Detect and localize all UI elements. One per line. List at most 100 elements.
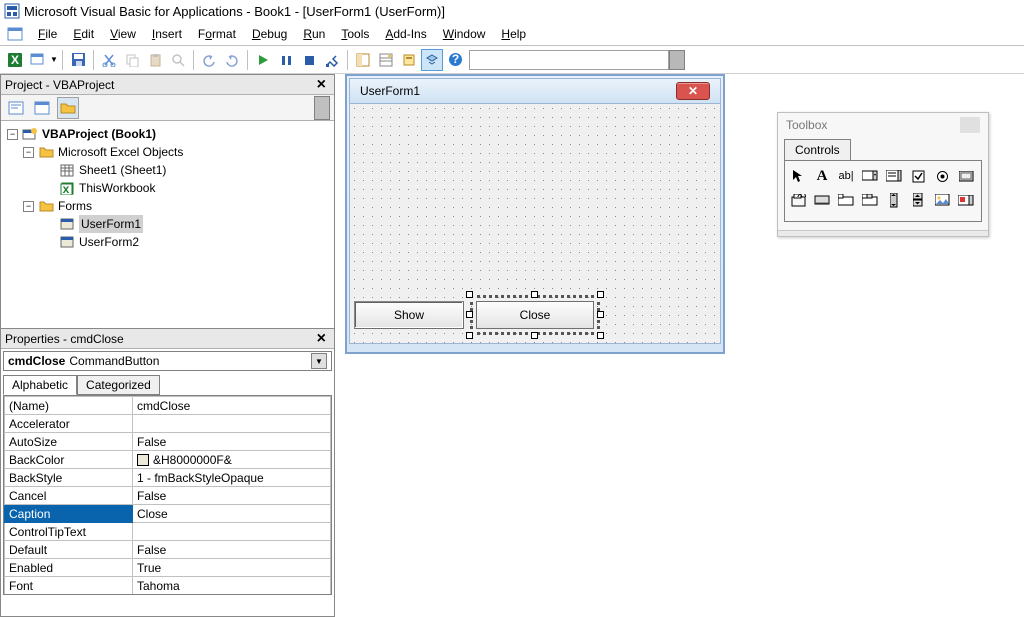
undo-button[interactable] bbox=[198, 49, 220, 71]
tree-root-label[interactable]: VBAProject (Book1) bbox=[42, 125, 156, 143]
save-button[interactable] bbox=[67, 49, 89, 71]
insert-userform-button[interactable] bbox=[27, 49, 49, 71]
form-canvas[interactable]: Show Close bbox=[349, 104, 721, 344]
view-code-button[interactable] bbox=[5, 97, 27, 119]
property-row[interactable]: ControlTipText bbox=[5, 523, 331, 541]
position-combo-button[interactable] bbox=[669, 50, 685, 70]
menu-run[interactable]: Run bbox=[295, 25, 333, 43]
property-row[interactable]: CaptionClose bbox=[5, 505, 331, 523]
tree-userform1-label[interactable]: UserForm1 bbox=[79, 215, 143, 233]
menu-view[interactable]: View bbox=[102, 25, 144, 43]
resize-handle[interactable] bbox=[597, 291, 604, 298]
copy-button[interactable] bbox=[121, 49, 143, 71]
tree-sheet1-label[interactable]: Sheet1 (Sheet1) bbox=[79, 161, 166, 179]
frame-tool-icon[interactable]: xv bbox=[789, 191, 807, 209]
tab-alphabetic[interactable]: Alphabetic bbox=[3, 375, 77, 395]
tree-userform2-label[interactable]: UserForm2 bbox=[79, 233, 139, 251]
property-row[interactable]: AutoSizeFalse bbox=[5, 433, 331, 451]
view-object-button[interactable] bbox=[31, 97, 53, 119]
combobox-tool-icon[interactable] bbox=[861, 167, 879, 185]
tree-thisworkbook-label[interactable]: ThisWorkbook bbox=[79, 179, 155, 197]
menu-format[interactable]: Format bbox=[190, 25, 244, 43]
properties-object-combo[interactable]: cmdClose CommandButton ▼ bbox=[3, 351, 332, 371]
menu-addins[interactable]: Add-Ins bbox=[377, 25, 434, 43]
toolbox-header[interactable]: Toolbox bbox=[778, 113, 988, 137]
toolbox-tab-controls[interactable]: Controls bbox=[784, 139, 851, 160]
form-designer[interactable]: UserForm1 ✕ Show Close bbox=[345, 74, 725, 354]
position-combo[interactable] bbox=[469, 50, 669, 70]
resize-handle[interactable] bbox=[466, 291, 473, 298]
property-row[interactable]: DefaultFalse bbox=[5, 541, 331, 559]
form-close-button[interactable]: ✕ bbox=[676, 82, 710, 100]
property-value[interactable]: Close bbox=[133, 505, 331, 523]
design-mode-button[interactable] bbox=[321, 49, 343, 71]
refedit-tool-icon[interactable] bbox=[957, 191, 975, 209]
project-explorer-button[interactable] bbox=[352, 49, 374, 71]
property-row[interactable]: FontTahoma bbox=[5, 577, 331, 595]
property-value[interactable]: cmdClose bbox=[133, 397, 331, 415]
resize-handle[interactable] bbox=[531, 291, 538, 298]
tab-categorized[interactable]: Categorized bbox=[77, 375, 160, 395]
property-row[interactable]: BackColor&H8000000F& bbox=[5, 451, 331, 469]
label-tool-icon[interactable]: A bbox=[813, 167, 831, 185]
redo-button[interactable] bbox=[221, 49, 243, 71]
property-value[interactable]: False bbox=[133, 541, 331, 559]
commandbutton-tool-icon[interactable] bbox=[813, 191, 831, 209]
menu-file[interactable]: File bbox=[30, 25, 65, 43]
object-browser-button[interactable] bbox=[398, 49, 420, 71]
cut-button[interactable] bbox=[98, 49, 120, 71]
property-value[interactable]: True bbox=[133, 559, 331, 577]
property-value[interactable]: &H8000000F& bbox=[133, 451, 331, 469]
select-tool-icon[interactable] bbox=[789, 167, 807, 185]
properties-close-icon[interactable]: × bbox=[313, 330, 330, 348]
resize-handle[interactable] bbox=[531, 332, 538, 339]
tree-collapse-icon[interactable]: − bbox=[7, 129, 18, 140]
resize-handle[interactable] bbox=[466, 311, 473, 318]
optionbutton-tool-icon[interactable] bbox=[933, 167, 951, 185]
resize-handle[interactable] bbox=[597, 311, 604, 318]
property-value[interactable]: 1 - fmBackStyleOpaque bbox=[133, 469, 331, 487]
menu-help[interactable]: Help bbox=[493, 25, 534, 43]
dropdown-icon[interactable]: ▼ bbox=[311, 353, 327, 369]
break-button[interactable] bbox=[275, 49, 297, 71]
toolbox-close-button[interactable] bbox=[960, 117, 980, 133]
property-value[interactable]: Tahoma bbox=[133, 577, 331, 595]
textbox-tool-icon[interactable]: ab| bbox=[837, 167, 855, 185]
property-value[interactable] bbox=[133, 523, 331, 541]
selection-frame[interactable]: Close bbox=[470, 295, 600, 335]
menu-debug[interactable]: Debug bbox=[244, 25, 295, 43]
resize-handle[interactable] bbox=[597, 332, 604, 339]
multipage-tool-icon[interactable] bbox=[861, 191, 879, 209]
view-excel-button[interactable]: X bbox=[4, 49, 26, 71]
property-row[interactable]: (Name)cmdClose bbox=[5, 397, 331, 415]
property-value[interactable] bbox=[133, 415, 331, 433]
resize-handle[interactable] bbox=[466, 332, 473, 339]
form-titlebar[interactable]: UserForm1 ✕ bbox=[349, 78, 721, 104]
help-button[interactable]: ? bbox=[444, 49, 466, 71]
tabstrip-tool-icon[interactable] bbox=[837, 191, 855, 209]
tree-collapse-icon[interactable]: − bbox=[23, 201, 34, 212]
property-row[interactable]: EnabledTrue bbox=[5, 559, 331, 577]
toolbox-window[interactable]: Toolbox Controls A ab| xv bbox=[777, 112, 989, 237]
property-row[interactable]: CancelFalse bbox=[5, 487, 331, 505]
scrollbar-tool-icon[interactable] bbox=[885, 191, 903, 209]
properties-window-button[interactable] bbox=[375, 49, 397, 71]
property-value[interactable]: False bbox=[133, 487, 331, 505]
menu-window[interactable]: Window bbox=[435, 25, 494, 43]
show-button[interactable]: Show bbox=[354, 301, 464, 329]
project-scroll-handle[interactable] bbox=[314, 96, 330, 120]
tree-collapse-icon[interactable]: − bbox=[23, 147, 34, 158]
spinbutton-tool-icon[interactable] bbox=[909, 191, 927, 209]
close-button[interactable]: Close bbox=[476, 301, 594, 329]
tree-forms-label[interactable]: Forms bbox=[58, 197, 92, 215]
reset-button[interactable] bbox=[298, 49, 320, 71]
menu-edit[interactable]: Edit bbox=[65, 25, 102, 43]
menu-insert[interactable]: Insert bbox=[144, 25, 190, 43]
property-value[interactable]: False bbox=[133, 433, 331, 451]
togglebutton-tool-icon[interactable] bbox=[957, 167, 975, 185]
toggle-folders-button[interactable] bbox=[57, 97, 79, 119]
property-row[interactable]: Accelerator bbox=[5, 415, 331, 433]
checkbox-tool-icon[interactable] bbox=[909, 167, 927, 185]
toolbox-button[interactable] bbox=[421, 49, 443, 71]
tree-excel-objects-label[interactable]: Microsoft Excel Objects bbox=[58, 143, 183, 161]
